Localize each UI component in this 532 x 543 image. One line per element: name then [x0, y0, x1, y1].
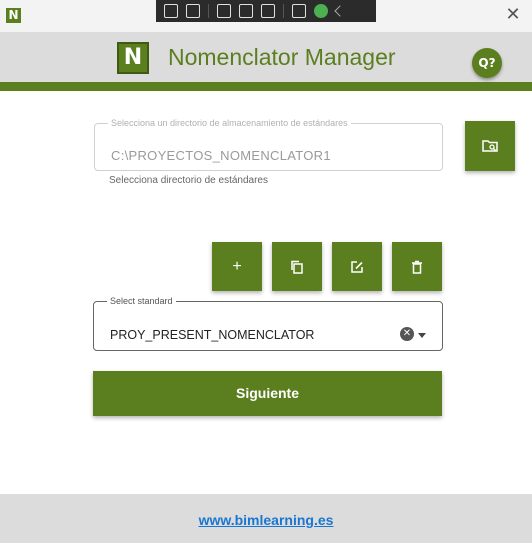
directory-field-label: Selecciona un directorio de almacenamien…: [111, 118, 348, 128]
app-logo: N: [117, 42, 149, 74]
video-icon[interactable]: [186, 4, 200, 18]
app-title: Nomenclator Manager: [168, 44, 396, 70]
edit-standard-button[interactable]: [332, 242, 382, 291]
lightbulb-question-icon: Q?: [478, 56, 496, 70]
add-standard-button[interactable]: +: [212, 242, 262, 291]
chevron-down-icon[interactable]: [418, 333, 426, 338]
collapse-chevron-icon[interactable]: [334, 5, 346, 17]
edit-icon: [351, 260, 363, 273]
window-titlebar: N ✕: [0, 0, 532, 32]
folder-search-icon: [482, 140, 498, 152]
duplicate-standard-button[interactable]: [272, 242, 322, 291]
app-icon: N: [6, 8, 21, 23]
plus-icon: +: [232, 257, 242, 275]
pointer-icon[interactable]: [217, 4, 231, 18]
footer: www.bimlearning.es: [0, 494, 532, 543]
hot-reload-icon[interactable]: [292, 4, 306, 18]
directory-value: C:\PROYECTOS_NOMENCLATOR1: [111, 148, 331, 163]
copy-icon: [291, 260, 303, 274]
focus-frame-icon[interactable]: [261, 4, 275, 18]
standard-select[interactable]: Select standard PROY_PRESENT_NOMENCLATOR…: [93, 296, 443, 351]
close-window-button[interactable]: ✕: [504, 6, 522, 24]
select-element-icon[interactable]: [164, 4, 178, 18]
delete-standard-button[interactable]: [392, 242, 442, 291]
debug-toolbar: [156, 0, 376, 22]
toolbar-separator: [208, 4, 209, 18]
trash-icon: [412, 260, 422, 274]
next-button[interactable]: Siguiente: [93, 371, 442, 416]
layout-box-icon[interactable]: [239, 4, 253, 18]
standard-select-value: PROY_PRESENT_NOMENCLATOR: [110, 328, 315, 342]
directory-helper-text: Selecciona directorio de estándares: [109, 175, 268, 186]
header-accent-stripe: [0, 82, 532, 91]
website-link[interactable]: www.bimlearning.es: [0, 512, 532, 528]
help-button[interactable]: Q?: [472, 48, 502, 78]
toolbar-separator-2: [283, 4, 284, 18]
directory-field[interactable]: Selecciona un directorio de almacenamien…: [94, 118, 443, 171]
standard-select-label: Select standard: [110, 296, 173, 306]
browse-directory-button[interactable]: [465, 121, 515, 171]
clear-icon[interactable]: ✕: [400, 327, 414, 341]
status-ok-icon[interactable]: [314, 4, 328, 18]
